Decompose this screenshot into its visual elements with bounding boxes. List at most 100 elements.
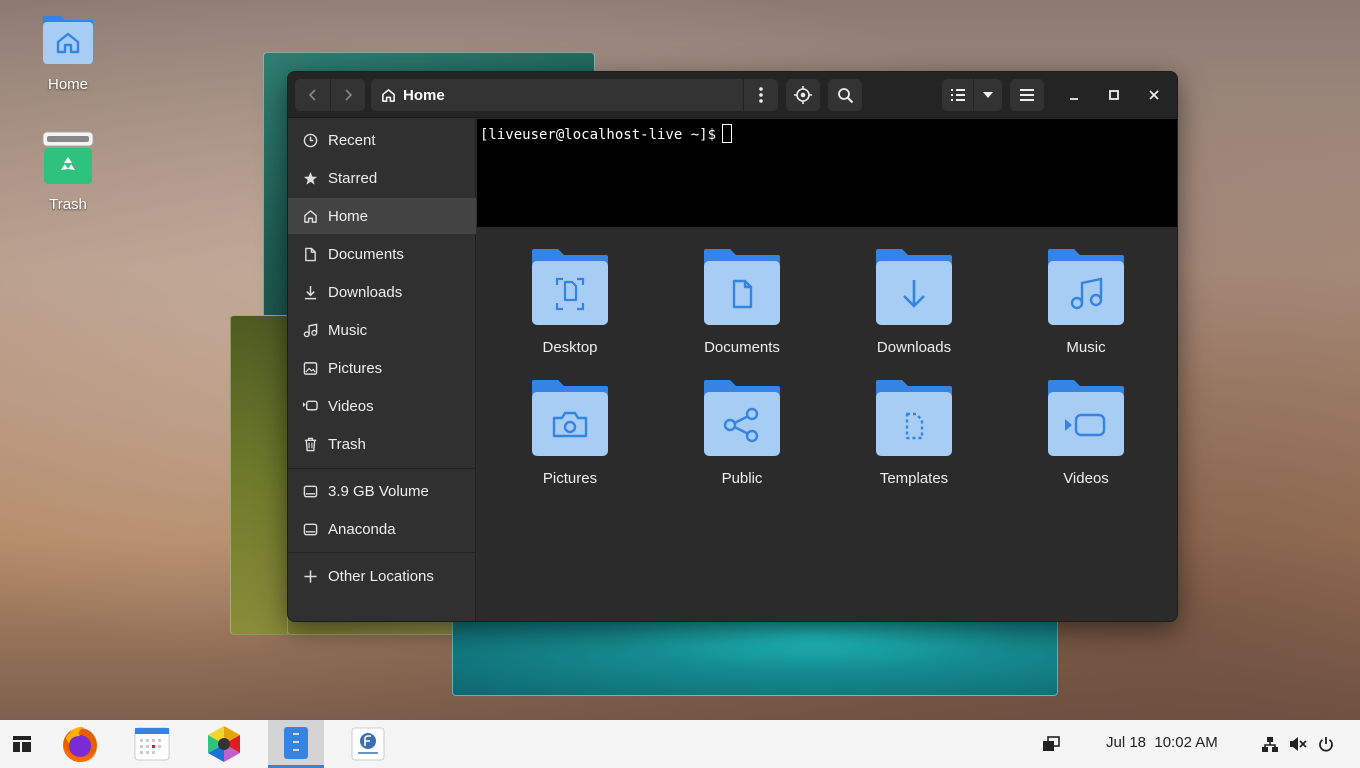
sidebar-item-videos[interactable]: Videos [288, 388, 476, 424]
taskbar-color-picker[interactable] [198, 720, 250, 768]
video-icon [302, 398, 318, 414]
path-menu-button[interactable] [744, 79, 778, 111]
folder-name: Music [1066, 339, 1106, 356]
forward-button[interactable] [330, 79, 365, 111]
sidebar-item-downloads[interactable]: Downloads [288, 274, 476, 310]
folder-name: Videos [1063, 470, 1109, 487]
power-menu[interactable] [1314, 720, 1338, 768]
taskbar-calendar[interactable] [126, 720, 178, 768]
templates-folder-icon [876, 380, 952, 456]
target-icon [794, 86, 812, 104]
app-grid-button[interactable] [0, 720, 44, 768]
folder-public[interactable]: Public [667, 378, 817, 487]
folder-name: Downloads [876, 339, 952, 356]
folder-documents[interactable]: Documents [667, 247, 817, 356]
taskbar-clock[interactable]: Jul 18 10:02 AM [1106, 734, 1218, 751]
vertical-ellipsis-icon [759, 87, 763, 103]
taskbar: Jul 18 10:02 AM [0, 720, 1360, 768]
folder-music[interactable]: Music [1011, 247, 1161, 356]
desktop-home-label: Home [47, 76, 88, 93]
hamburger-menu-icon [1020, 89, 1034, 101]
home-icon [382, 88, 395, 102]
folder-name: Public [721, 470, 763, 487]
clock-date: Jul 18 [1106, 734, 1147, 751]
sidebar-item-label: Music [328, 321, 368, 339]
sidebar-separator [288, 468, 476, 469]
desktop-trash-label: Trash [49, 196, 87, 213]
sidebar-item-label: Recent [328, 131, 376, 149]
workspace-switcher[interactable] [1036, 720, 1066, 768]
terminal-prompt: [liveuser@localhost-live ~]$ [480, 127, 717, 143]
sidebar-item-label: Pictures [328, 359, 383, 377]
folder-name: Pictures [542, 470, 598, 487]
download-icon [302, 284, 318, 300]
list-view-button[interactable] [942, 79, 973, 111]
locate-button[interactable] [786, 79, 820, 111]
path-bar: Home [371, 79, 778, 111]
view-options-dropdown[interactable] [973, 79, 1002, 111]
downloads-folder-icon [876, 249, 952, 325]
home-folder-icon [28, 12, 108, 70]
view-toggle-group [942, 79, 1002, 111]
taskbar-firefox[interactable] [54, 720, 106, 768]
sidebar-separator [288, 552, 476, 553]
sidebar-item-music[interactable]: Music [288, 312, 476, 348]
picture-icon [302, 360, 318, 376]
drive-icon [302, 483, 318, 499]
close-button[interactable] [1138, 79, 1170, 111]
trash-icon [302, 436, 318, 452]
sidebar-item-label: 3.9 GB Volume [328, 482, 429, 500]
list-view-icon [950, 89, 965, 101]
maximize-button[interactable] [1098, 79, 1130, 111]
main-menu-button[interactable] [1010, 79, 1044, 111]
folder-templates[interactable]: Templates [839, 378, 989, 487]
folder-desktop[interactable]: Desktop [495, 247, 645, 356]
public-folder-icon [704, 380, 780, 456]
terminal-panel[interactable]: [liveuser@localhost-live ~]$ [477, 119, 1177, 227]
taskbar-fedora-installer[interactable] [342, 720, 394, 768]
documents-folder-icon [704, 249, 780, 325]
videos-folder-icon [1048, 380, 1124, 456]
sidebar-item-volume[interactable]: 3.9 GB Volume [288, 473, 476, 509]
folder-videos[interactable]: Videos [1011, 378, 1161, 487]
network-status[interactable] [1258, 720, 1282, 768]
desktop-trash[interactable]: Trash [28, 130, 108, 213]
windows-overview-icon [1043, 736, 1060, 751]
sidebar-item-trash[interactable]: Trash [288, 426, 476, 462]
path-current-label: Home [403, 86, 445, 104]
background-window-olive [230, 315, 290, 635]
taskbar-files[interactable] [268, 720, 324, 768]
search-button[interactable] [828, 79, 862, 111]
background-window-cyan [452, 612, 1058, 696]
clock-icon [302, 132, 318, 148]
desktop-home[interactable]: Home [28, 12, 108, 93]
folder-pictures[interactable]: Pictures [495, 378, 645, 487]
path-segment-home[interactable]: Home [371, 87, 445, 104]
firefox-icon [63, 726, 97, 762]
minimize-button[interactable] [1058, 79, 1090, 111]
sidebar-item-label: Downloads [328, 283, 403, 301]
sidebar-item-label: Anaconda [328, 520, 396, 538]
sidebar-item-other-locations[interactable]: Other Locations [288, 558, 476, 594]
sidebar-item-documents[interactable]: Documents [288, 236, 476, 272]
sidebar-item-home[interactable]: Home [288, 198, 476, 234]
calendar-icon [134, 727, 170, 761]
star-icon [302, 170, 318, 186]
minimize-icon [1070, 98, 1078, 100]
sidebar-item-starred[interactable]: Starred [288, 160, 476, 196]
chevron-down-icon [983, 92, 993, 98]
folder-name: Templates [879, 470, 949, 487]
sidebar-item-recent[interactable]: Recent [288, 122, 476, 158]
maximize-icon [1109, 90, 1119, 100]
sidebar-item-pictures[interactable]: Pictures [288, 350, 476, 386]
volume-status[interactable] [1286, 720, 1310, 768]
sidebar-item-label: Home [328, 207, 369, 225]
back-button[interactable] [295, 79, 330, 111]
power-icon [1319, 737, 1333, 752]
sidebar-item-label: Trash [328, 435, 366, 453]
sidebar: Recent Starred Home Documents Downloads … [288, 119, 476, 621]
headerbar: Home [288, 72, 1177, 118]
folder-downloads[interactable]: Downloads [839, 247, 989, 356]
sidebar-item-anaconda[interactable]: Anaconda [288, 511, 476, 547]
home-icon [302, 208, 318, 224]
